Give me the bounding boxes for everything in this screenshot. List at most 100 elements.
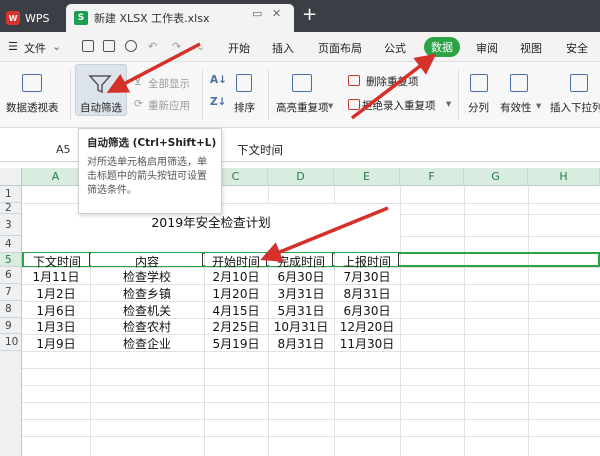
menu-page-layout[interactable]: 页面布局 bbox=[318, 40, 362, 56]
reject-duplicates-icon bbox=[348, 99, 360, 110]
gridline bbox=[22, 368, 600, 369]
print-preview-icon[interactable] bbox=[125, 40, 137, 52]
pivot-table-icon bbox=[22, 74, 42, 92]
redo-icon[interactable]: ↷ bbox=[172, 40, 181, 53]
menu-formula[interactable]: 公式 bbox=[384, 40, 406, 56]
reapply-button[interactable]: 重新应用 bbox=[148, 98, 190, 113]
wps-logo-icon: W bbox=[6, 11, 20, 25]
data-cell[interactable]: 检查学校 bbox=[90, 268, 204, 285]
gridline bbox=[22, 419, 600, 420]
row-header-2[interactable]: 2 bbox=[0, 203, 22, 214]
undo-icon[interactable]: ↶ bbox=[148, 40, 157, 53]
data-cell[interactable]: 检查企业 bbox=[90, 335, 204, 352]
row-header-9[interactable]: 9 bbox=[0, 318, 22, 334]
reapply-icon: ⟳ bbox=[134, 98, 143, 110]
row-header-3[interactable]: 3 bbox=[0, 214, 22, 236]
row-header-4[interactable]: 4 bbox=[0, 236, 22, 253]
delete-duplicates-icon bbox=[348, 75, 360, 86]
data-cell[interactable]: 1月6日 bbox=[22, 302, 90, 319]
data-cell[interactable]: 7月30日 bbox=[334, 268, 400, 285]
sort-desc-icon[interactable]: Z↓ bbox=[210, 96, 226, 108]
data-cell[interactable]: 6月30日 bbox=[334, 302, 400, 319]
ribbon-separator bbox=[202, 70, 203, 120]
save-icon[interactable] bbox=[82, 40, 94, 52]
row-header-10[interactable]: 10 bbox=[0, 334, 22, 351]
formula-input[interactable]: 下文时间 bbox=[237, 142, 283, 158]
data-cell[interactable]: 1月2日 bbox=[22, 285, 90, 302]
highlight-duplicates-icon bbox=[292, 74, 312, 92]
sort-button[interactable]: 排序 bbox=[234, 100, 255, 115]
data-cell[interactable]: 10月31日 bbox=[268, 318, 334, 335]
row-header-5[interactable]: 5 bbox=[0, 253, 22, 267]
row-header-empty bbox=[0, 351, 22, 456]
data-cell[interactable]: 1月9日 bbox=[22, 335, 90, 352]
validity-button[interactable]: 有效性 bbox=[500, 100, 532, 115]
data-cell[interactable]: 2月25日 bbox=[204, 318, 268, 335]
autofilter-label: 自动筛选 bbox=[80, 102, 122, 114]
row-header-8[interactable]: 8 bbox=[0, 301, 22, 318]
hamburger-icon[interactable]: ☰ bbox=[8, 40, 18, 53]
data-cell[interactable]: 11月30日 bbox=[334, 335, 400, 352]
data-cell[interactable]: 1月3日 bbox=[22, 318, 90, 335]
more-chevron-icon[interactable]: ⌄ bbox=[196, 40, 205, 53]
split-column-button[interactable]: 分列 bbox=[468, 100, 489, 115]
chevron-down-icon[interactable]: ▾ bbox=[446, 98, 451, 110]
chevron-down-icon[interactable]: ▾ bbox=[536, 100, 541, 112]
wps-home-tab[interactable]: W WPS bbox=[0, 4, 62, 32]
data-cell[interactable]: 12月20日 bbox=[334, 318, 400, 335]
sheet-title: 2019年安全检查计划 bbox=[151, 215, 271, 230]
data-cell[interactable]: 8月31日 bbox=[268, 335, 334, 352]
data-cell[interactable]: 检查农村 bbox=[90, 318, 204, 335]
menu-security[interactable]: 安全 bbox=[566, 40, 588, 56]
gridline bbox=[22, 385, 600, 386]
column-header-h[interactable]: H bbox=[528, 168, 600, 186]
data-cell[interactable]: 2月10日 bbox=[204, 268, 268, 285]
data-cell[interactable]: 4月15日 bbox=[204, 302, 268, 319]
column-header-d[interactable]: D bbox=[268, 168, 334, 186]
menu-review[interactable]: 审阅 bbox=[476, 40, 498, 56]
menu-view[interactable]: 视图 bbox=[520, 40, 542, 56]
new-tab-button[interactable]: + bbox=[302, 6, 317, 24]
row-header-6[interactable]: 6 bbox=[0, 267, 22, 284]
file-menu[interactable]: 文件 bbox=[24, 40, 46, 56]
window-restore-icon[interactable]: ▭ bbox=[252, 7, 262, 20]
sort-asc-icon[interactable]: A↓ bbox=[210, 74, 227, 86]
highlight-duplicates-button[interactable]: 高亮重复项 bbox=[276, 100, 329, 115]
insert-dropdown-button[interactable]: 插入下拉列 bbox=[550, 100, 600, 115]
row-header-1[interactable]: 1 bbox=[0, 186, 22, 203]
name-box[interactable]: A5 bbox=[56, 143, 71, 156]
column-header-f[interactable]: F bbox=[400, 168, 464, 186]
data-cell[interactable]: 5月31日 bbox=[268, 302, 334, 319]
chevron-down-icon[interactable]: ⌄ bbox=[52, 40, 61, 53]
menu-insert[interactable]: 插入 bbox=[272, 40, 294, 56]
data-cell[interactable]: 6月30日 bbox=[268, 268, 334, 285]
data-cell[interactable]: 1月20日 bbox=[204, 285, 268, 302]
validity-icon bbox=[510, 74, 528, 92]
insert-dropdown-icon bbox=[570, 74, 588, 92]
pivot-table-button[interactable]: 数据透视表 bbox=[6, 100, 59, 115]
menu-data[interactable]: 数据 bbox=[424, 37, 460, 57]
show-all-button[interactable]: 全部显示 bbox=[148, 76, 190, 91]
select-all-corner[interactable] bbox=[0, 168, 22, 186]
close-tab-icon[interactable]: ✕ bbox=[272, 7, 281, 20]
gridline bbox=[528, 186, 529, 456]
data-cell[interactable]: 5月19日 bbox=[204, 335, 268, 352]
gridline bbox=[22, 436, 600, 437]
data-cell[interactable]: 3月31日 bbox=[268, 285, 334, 302]
delete-duplicates-button[interactable]: 删除重复项 bbox=[366, 74, 419, 89]
chevron-down-icon[interactable]: ▾ bbox=[328, 100, 333, 112]
wps-label: WPS bbox=[25, 11, 50, 25]
spreadsheet-icon: S bbox=[74, 11, 88, 25]
column-header-e[interactable]: E bbox=[334, 168, 400, 186]
file-tab-label: 新建 XLSX 工作表.xlsx bbox=[94, 12, 210, 25]
column-header-g[interactable]: G bbox=[464, 168, 528, 186]
menu-start[interactable]: 开始 bbox=[228, 40, 250, 56]
row-header-7[interactable]: 7 bbox=[0, 284, 22, 301]
data-cell[interactable]: 检查机关 bbox=[90, 302, 204, 319]
ribbon-separator bbox=[458, 70, 459, 120]
data-cell[interactable]: 检查乡镇 bbox=[90, 285, 204, 302]
data-cell[interactable]: 1月11日 bbox=[22, 268, 90, 285]
reject-duplicates-button[interactable]: 拒绝录入重复项 bbox=[362, 98, 436, 113]
data-cell[interactable]: 8月31日 bbox=[334, 285, 400, 302]
print-icon[interactable] bbox=[103, 40, 115, 52]
